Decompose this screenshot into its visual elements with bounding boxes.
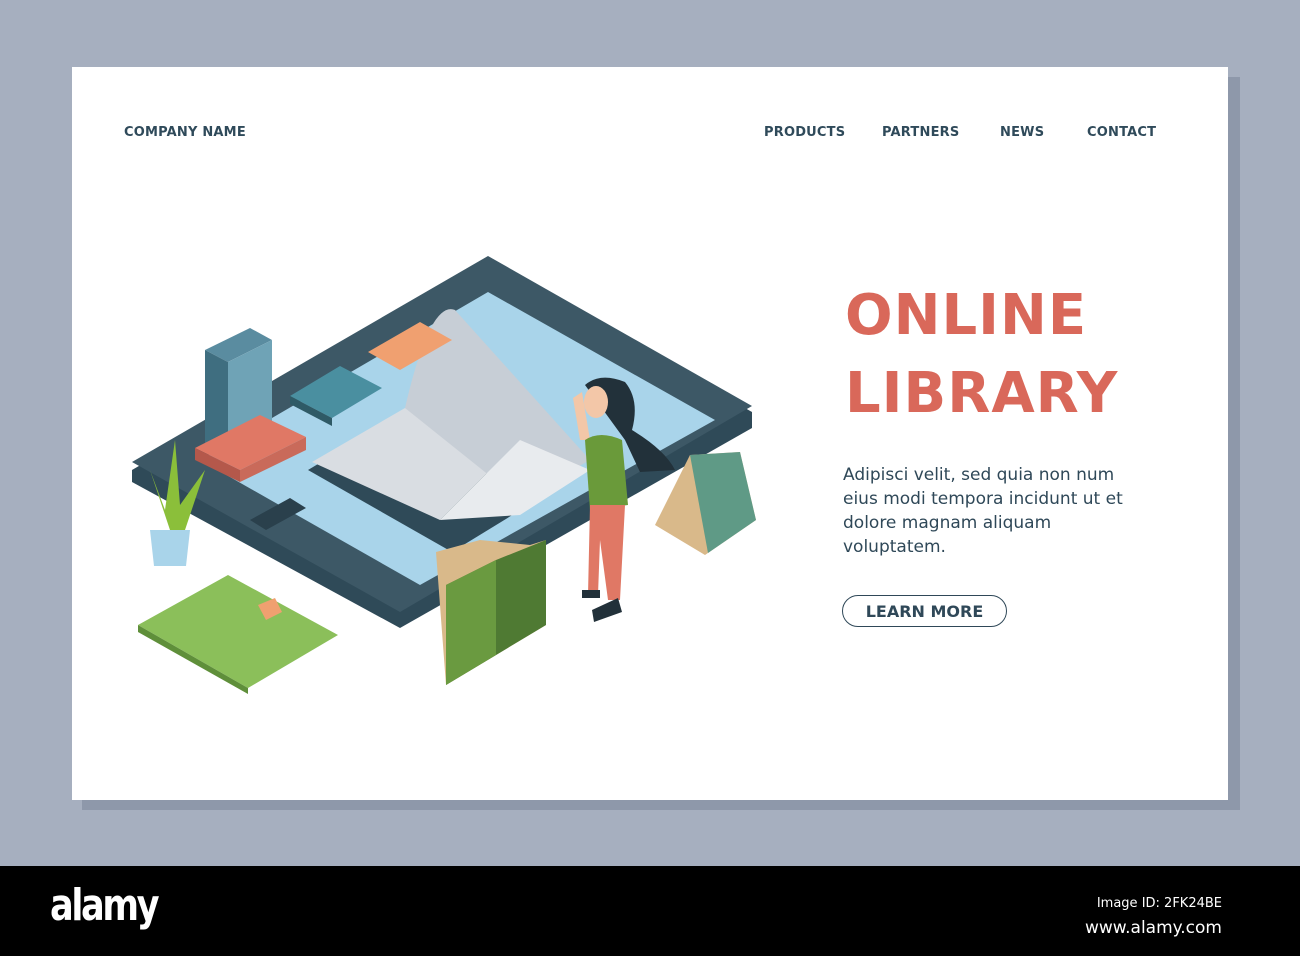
hero-description: Adipisci velit, sed quia non num eius mo… [843, 465, 1123, 557]
footer-bar: alamy Image ID: 2FK24BE www.alamy.com [0, 866, 1300, 956]
alamy-logo: alamy [50, 880, 160, 931]
footer-url: www.alamy.com [1084, 918, 1222, 938]
hero-title-line1: ONLINE [845, 283, 1088, 348]
learn-more-button[interactable]: LEARN MORE [842, 595, 1007, 627]
hero-title-line2: LIBRARY [845, 361, 1119, 426]
open-standing-book-icon [436, 540, 546, 685]
online-library-illustration [132, 256, 756, 694]
image-id: Image ID: 2FK24BE [1096, 896, 1222, 911]
green-book-icon [138, 575, 338, 694]
